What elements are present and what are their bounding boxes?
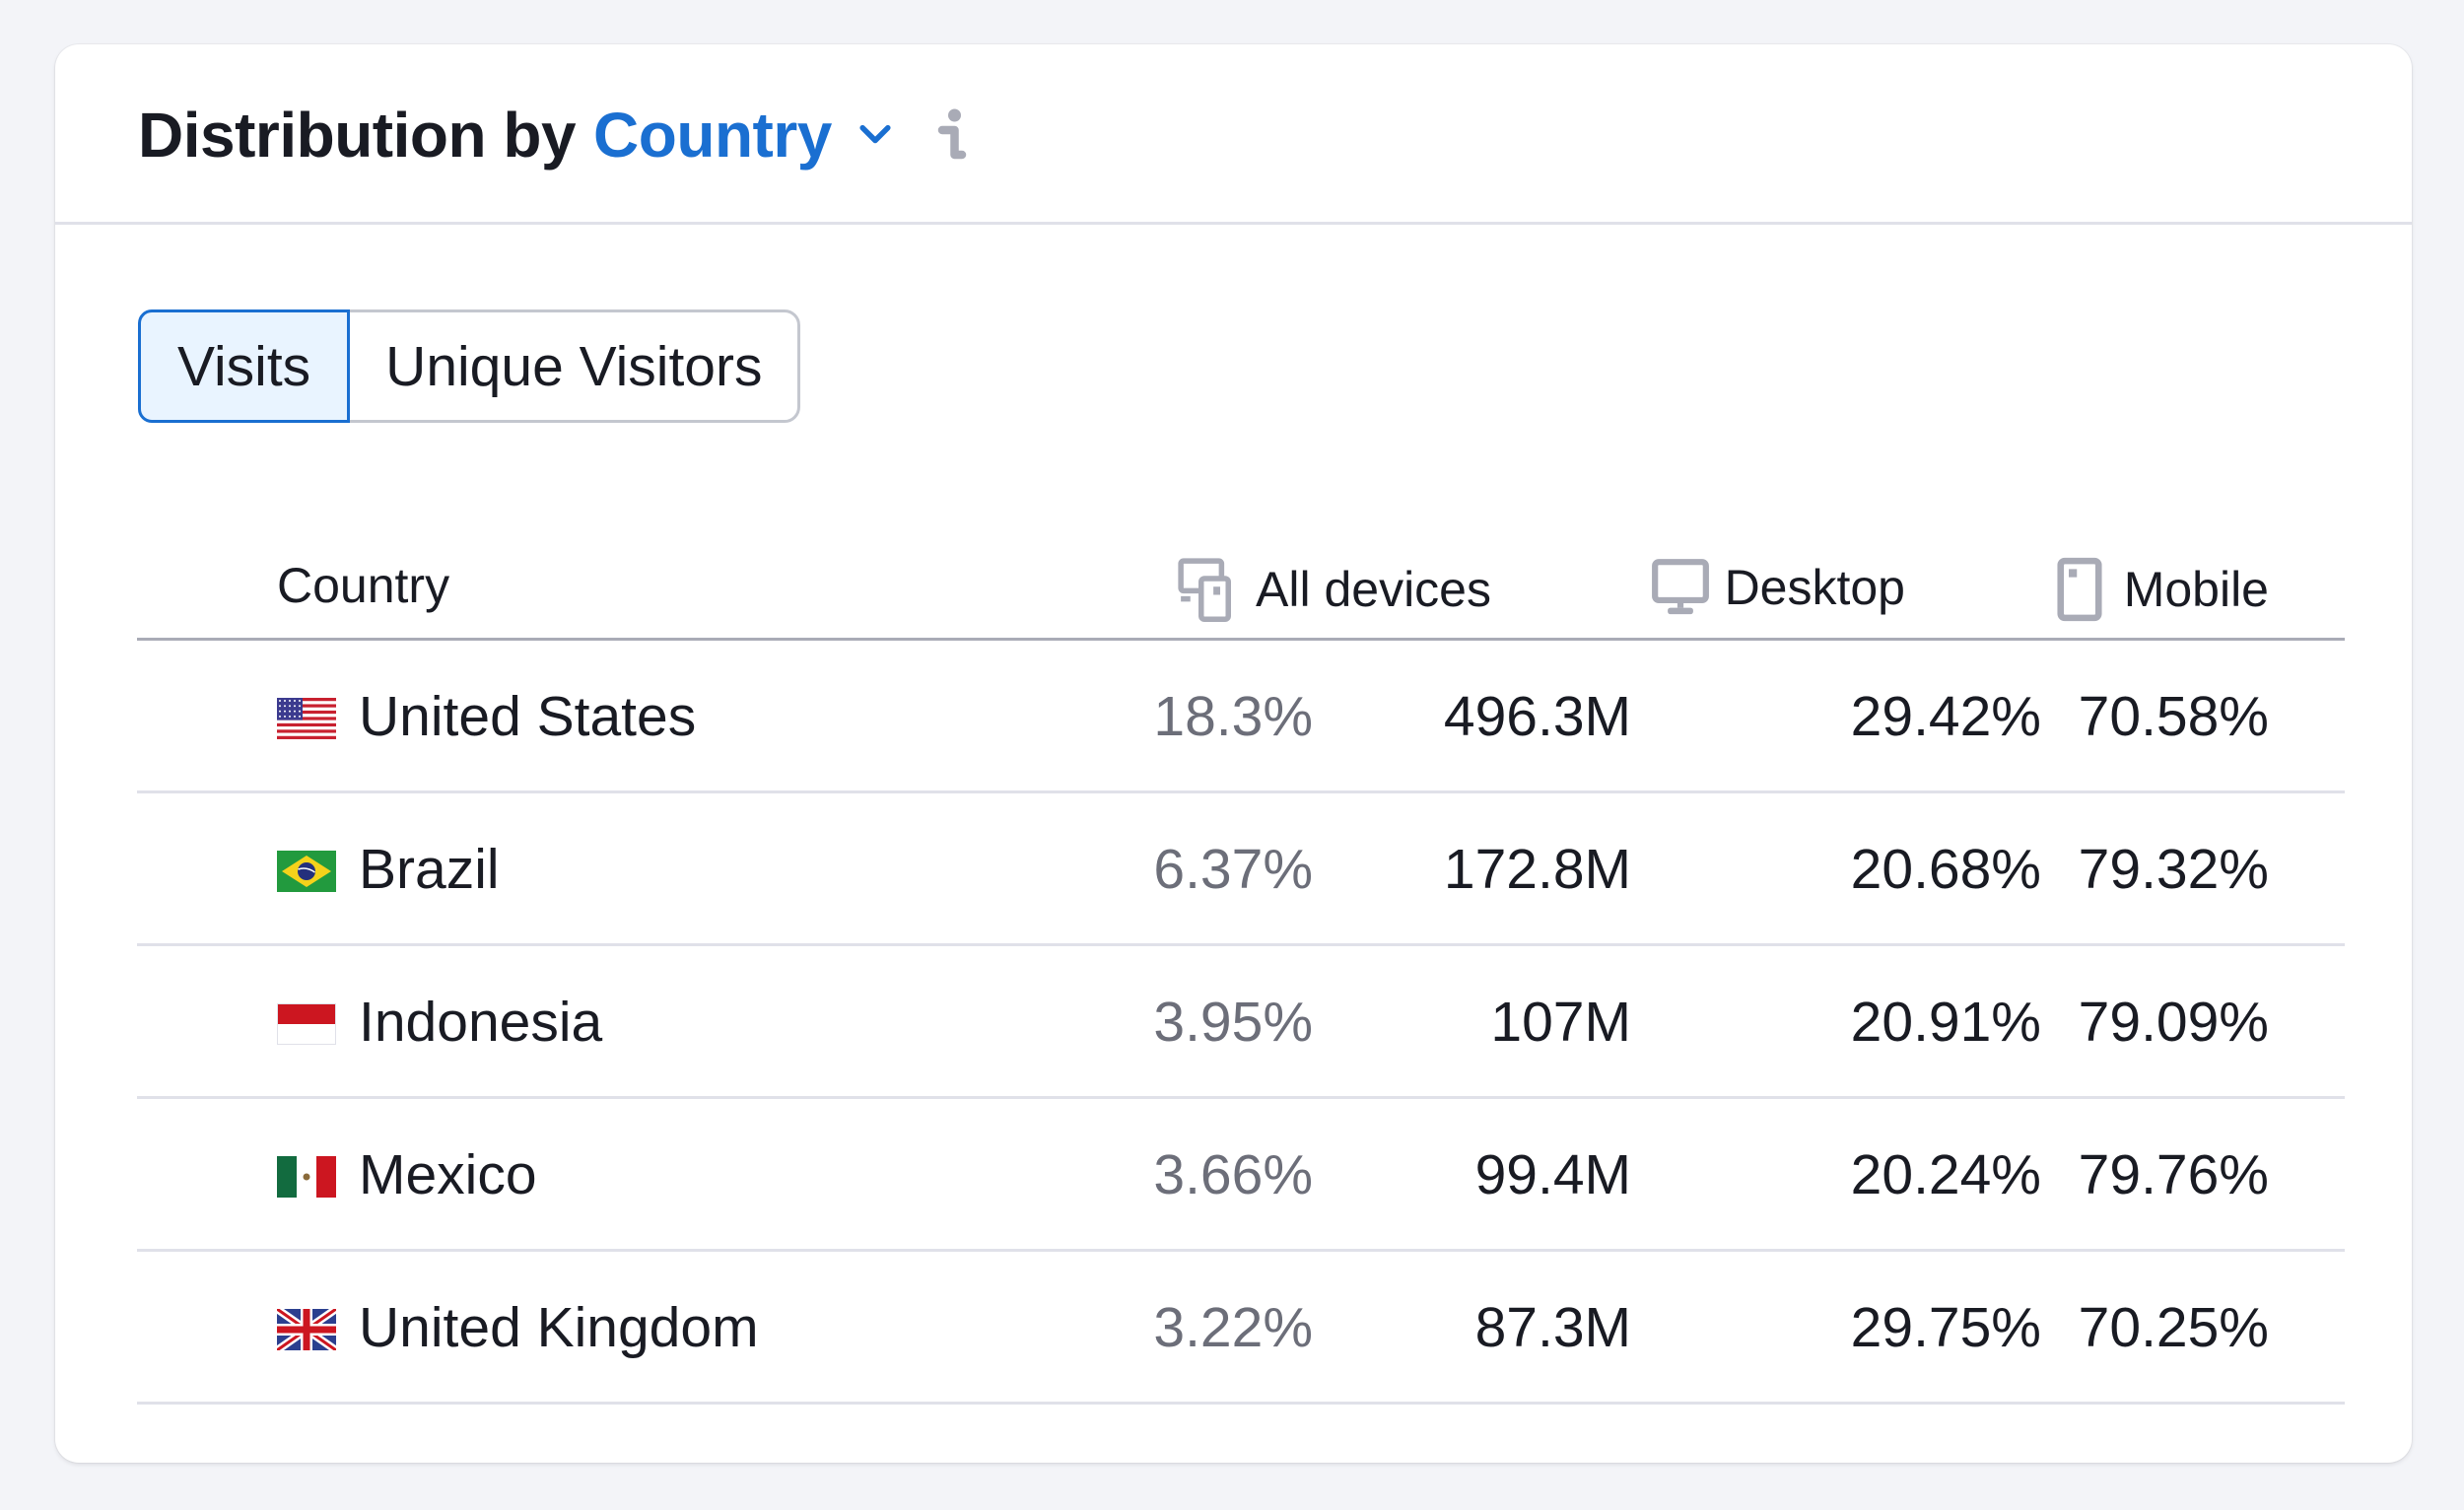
all-devices-value: 172.8M xyxy=(1443,838,1631,901)
country-name[interactable]: United States xyxy=(359,684,696,749)
toggle-unique-visitors[interactable]: Unique Visitors xyxy=(350,312,797,420)
column-header-mobile[interactable]: Mobile xyxy=(2049,557,2269,622)
table-row-mx[interactable]: Mexico 3.66% 99.4M 20.24% 79.76% xyxy=(137,1099,2345,1252)
country-name[interactable]: Mexico xyxy=(359,1142,537,1207)
table-row-br[interactable]: Brazil 6.37% 172.8M 20.68% 79.32% xyxy=(137,793,2345,946)
country-name[interactable]: Brazil xyxy=(359,837,500,902)
dimension-dropdown[interactable]: Country xyxy=(593,99,897,172)
desktop-share: 20.91% xyxy=(1850,991,2041,1054)
desktop-share: 29.75% xyxy=(1850,1296,2041,1359)
country-name[interactable]: Indonesia xyxy=(359,990,602,1055)
dimension-label: Country xyxy=(593,100,832,171)
widget-title: Distribution by Country xyxy=(138,99,972,172)
mobile-share: 70.58% xyxy=(2078,685,2269,748)
title-prefix: Distribution by xyxy=(138,100,577,171)
mobile-share: 70.25% xyxy=(2078,1296,2269,1359)
desktop-share: 20.68% xyxy=(1850,838,2041,901)
country-name[interactable]: United Kingdom xyxy=(359,1295,759,1360)
traffic-share: 3.66% xyxy=(1153,1143,1313,1206)
mobile-share: 79.09% xyxy=(2078,991,2269,1054)
distribution-by-country-card: Distribution by Country Visits Unique Vi… xyxy=(55,44,2412,1463)
all-devices-value: 87.3M xyxy=(1474,1296,1631,1359)
table-header: Country All devices Desktop Mobile xyxy=(137,537,2345,641)
column-header-desktop[interactable]: Desktop xyxy=(1650,557,1905,618)
flag-gb-icon xyxy=(274,1305,339,1354)
chevron-down-icon xyxy=(859,124,891,144)
all-devices-value: 99.4M xyxy=(1474,1143,1631,1206)
mobile-icon xyxy=(2057,557,2102,622)
traffic-share: 6.37% xyxy=(1153,838,1313,901)
country-table: Country All devices Desktop Mobile Unite… xyxy=(137,537,2345,1405)
traffic-share: 3.22% xyxy=(1153,1296,1313,1359)
flag-us-icon xyxy=(277,698,336,739)
table-body: United States 18.3% 496.3M 29.42% 70.58%… xyxy=(137,641,2345,1405)
column-header-mobile-label: Mobile xyxy=(2123,562,2269,617)
card-header: Distribution by Country xyxy=(55,44,2412,225)
desktop-share: 29.42% xyxy=(1850,685,2041,748)
desktop-icon xyxy=(1651,559,1709,615)
column-header-country[interactable]: Country xyxy=(277,557,449,614)
traffic-share: 18.3% xyxy=(1153,685,1313,748)
devices-icon xyxy=(1178,558,1231,622)
column-header-all-devices[interactable]: All devices xyxy=(1177,557,1491,622)
desktop-share: 20.24% xyxy=(1850,1143,2041,1206)
all-devices-value: 496.3M xyxy=(1443,685,1631,748)
flag-br-icon xyxy=(277,851,336,892)
table-row-id[interactable]: Indonesia 3.95% 107M 20.91% 79.09% xyxy=(137,946,2345,1099)
all-devices-value: 107M xyxy=(1490,991,1631,1054)
table-row-us[interactable]: United States 18.3% 496.3M 29.42% 70.58% xyxy=(137,641,2345,793)
info-icon[interactable] xyxy=(932,105,972,165)
flag-mx-icon xyxy=(277,1156,336,1198)
toggle-visits[interactable]: Visits xyxy=(138,309,351,423)
column-header-all-devices-label: All devices xyxy=(1256,562,1491,617)
traffic-share: 3.95% xyxy=(1153,991,1313,1054)
mobile-share: 79.76% xyxy=(2078,1143,2269,1206)
flag-id-icon xyxy=(277,1003,336,1045)
table-row-gb[interactable]: United Kingdom 3.22% 87.3M 29.75% 70.25% xyxy=(137,1252,2345,1405)
column-header-desktop-label: Desktop xyxy=(1724,560,1905,615)
mobile-share: 79.32% xyxy=(2078,838,2269,901)
metric-toggle: Visits Unique Visitors xyxy=(138,309,801,423)
